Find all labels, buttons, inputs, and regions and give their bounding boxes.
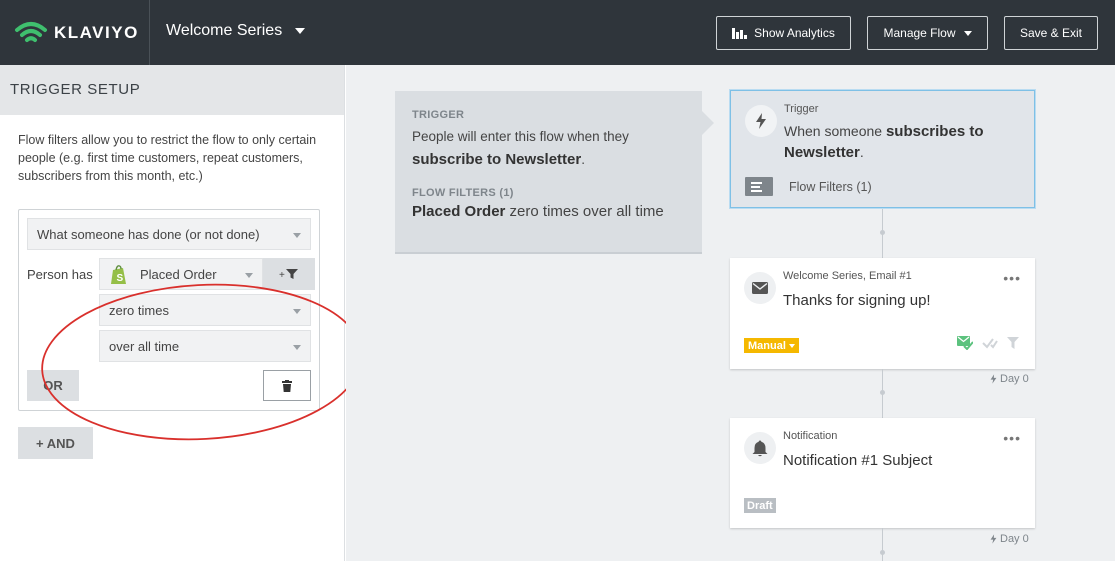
smart-sending-icon[interactable] (957, 336, 973, 350)
or-button[interactable]: OR (27, 370, 79, 401)
manage-flow-label: Manage Flow (883, 26, 956, 40)
trigger-setup-panel: TRIGGER SETUP Flow filters allow you to … (0, 65, 363, 561)
filter-list-icon (745, 177, 773, 196)
delete-filter-button[interactable] (263, 370, 311, 401)
chevron-down-icon (293, 309, 301, 314)
timeframe-select[interactable]: over all time (99, 330, 311, 362)
notification-subject: Notification #1 Subject (783, 452, 933, 469)
svg-text:S: S (117, 273, 124, 284)
show-analytics-button[interactable]: Show Analytics (716, 16, 851, 50)
status-badge[interactable]: Manual (744, 338, 799, 353)
flow-filter-group: What someone has done (or not done) Pers… (18, 209, 320, 411)
email-node[interactable]: Welcome Series, Email #1 Thanks for sign… (730, 258, 1035, 369)
shopify-icon: S (111, 265, 126, 284)
chevron-down-icon (963, 30, 972, 36)
flow-filters-summary: Placed Order zero times over all time (412, 203, 664, 220)
bell-icon (744, 432, 776, 464)
filter-icon[interactable] (1007, 337, 1019, 349)
chevron-down-icon (293, 233, 301, 238)
manage-flow-button[interactable]: Manage Flow (867, 16, 988, 50)
flow-name-dropdown[interactable]: Welcome Series (166, 22, 306, 40)
bar-chart-icon (732, 27, 748, 39)
metric-value: Placed Order (140, 267, 217, 282)
save-exit-label: Save & Exit (1019, 26, 1083, 40)
panel-title: TRIGGER SETUP (0, 65, 344, 115)
flow-connector (882, 528, 883, 561)
email-node-tools (957, 336, 1019, 350)
connector-dot (880, 230, 885, 235)
more-options-icon[interactable]: ••• (1003, 430, 1021, 446)
frequency-value: zero times (109, 303, 169, 318)
node-kind-label: Trigger (784, 103, 819, 115)
email-subject: Thanks for signing up! (783, 292, 931, 309)
tracking-icon[interactable] (982, 337, 998, 349)
delay-label: Day 0 (990, 373, 1029, 385)
person-has-label: Person has (27, 267, 93, 282)
condition-type-value: What someone has done (or not done) (37, 227, 260, 242)
node-kind-label: Welcome Series, Email #1 (783, 270, 912, 282)
top-bar: KLAVIYO Welcome Series Show Analytics Ma… (0, 0, 1115, 65)
lightning-icon (990, 534, 997, 544)
status-badge[interactable]: Draft (744, 498, 776, 513)
header-divider (149, 0, 150, 65)
trigger-summary-card: TRIGGER People will enter this flow when… (395, 91, 714, 254)
flow-filters-link-label: Flow Filters (1) (789, 179, 872, 194)
frequency-select[interactable]: zero times (99, 294, 311, 326)
connector-dot (880, 550, 885, 555)
trash-icon (282, 379, 292, 392)
wifi-logo-icon (15, 22, 47, 42)
flow-filters-section-label: FLOW FILTERS (1) (412, 187, 514, 199)
chevron-down-icon (245, 273, 253, 278)
envelope-icon (744, 272, 776, 304)
trigger-description: People will enter this flow when they sub… (412, 129, 629, 168)
trigger-node[interactable]: Trigger When someone subscribes to Newsl… (730, 90, 1035, 208)
chevron-down-icon (293, 345, 301, 350)
more-options-icon[interactable]: ••• (1003, 270, 1021, 286)
chevron-down-icon (788, 343, 795, 348)
panel-description: Flow filters allow you to restrict the f… (18, 133, 317, 183)
node-kind-label: Notification (783, 430, 838, 442)
status-badge-label: Manual (748, 339, 786, 352)
timeframe-value: over all time (109, 339, 180, 354)
trigger-node-text: When someone subscribes to Newsletter. (784, 123, 984, 161)
flow-filters-link[interactable]: Flow Filters (1) (745, 177, 872, 196)
save-exit-button[interactable]: Save & Exit (1004, 16, 1098, 50)
lightning-icon (990, 374, 997, 384)
show-analytics-label: Show Analytics (754, 26, 835, 40)
klaviyo-logo[interactable]: KLAVIYO (14, 20, 139, 46)
svg-text:+: + (279, 270, 285, 280)
logo-text: KLAVIYO (54, 23, 139, 42)
notification-node[interactable]: Notification Notification #1 Subject •••… (730, 418, 1035, 528)
metric-select[interactable]: S Placed Order (99, 258, 263, 290)
add-filter-icon: + (279, 269, 298, 280)
condition-type-select[interactable]: What someone has done (or not done) (27, 218, 311, 250)
flow-canvas: TRIGGER People will enter this flow when… (346, 65, 1115, 561)
chevron-down-icon (295, 28, 306, 34)
trigger-section-label: TRIGGER (412, 109, 465, 121)
delay-label: Day 0 (990, 533, 1029, 545)
lightning-icon (745, 105, 777, 137)
flow-name: Welcome Series (166, 22, 283, 39)
add-property-filter-button[interactable]: + (263, 258, 315, 290)
and-button[interactable]: + AND (18, 427, 93, 459)
connector-dot (880, 390, 885, 395)
